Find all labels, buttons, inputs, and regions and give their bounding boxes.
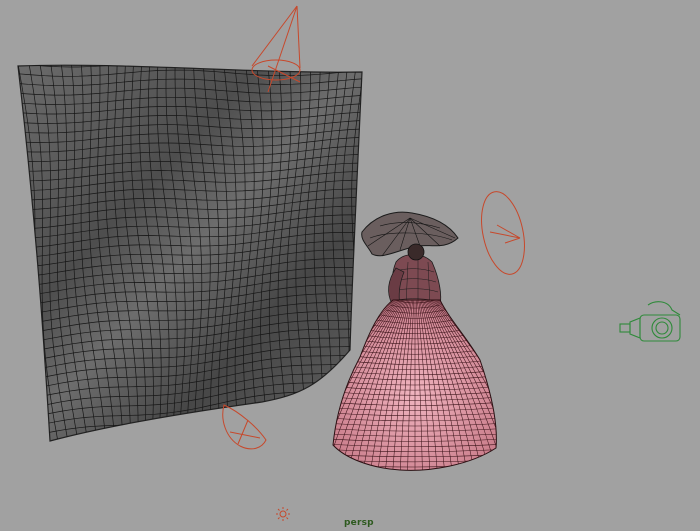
spot-light-bottom[interactable] [222,404,267,450]
directional-light-icon[interactable] [276,507,290,521]
3d-viewport[interactable]: persp [0,0,700,531]
camera[interactable] [619,301,681,342]
cloth-mesh[interactable] [17,61,365,444]
spot-light-right[interactable] [475,188,532,278]
camera-name-label: persp [344,518,374,528]
